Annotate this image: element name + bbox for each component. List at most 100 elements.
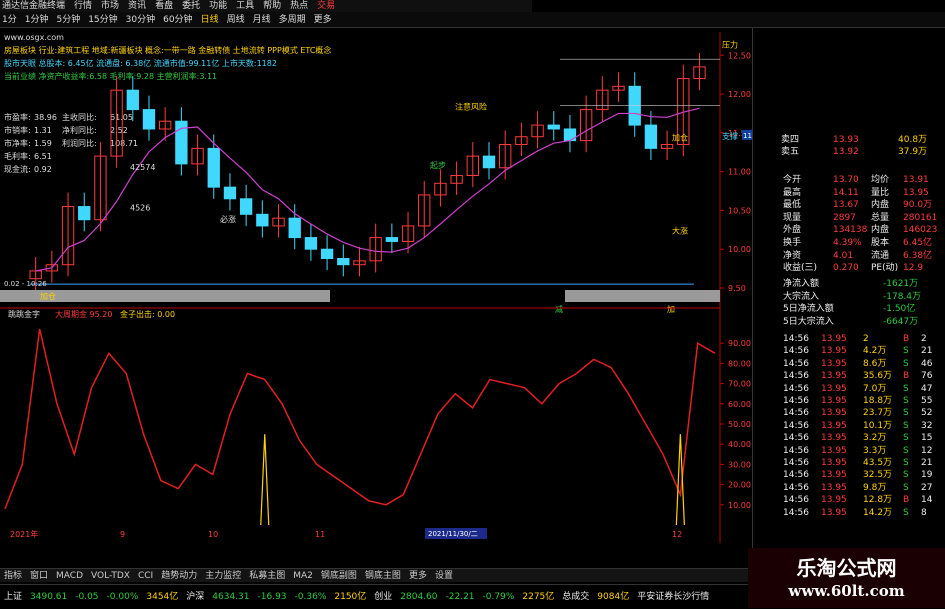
tick-count: 52 (921, 408, 933, 419)
tick-side: S (903, 433, 909, 444)
candle-body (142, 109, 156, 130)
menu-item[interactable]: 工具 (236, 0, 254, 12)
tick-side: S (903, 408, 909, 419)
month-marker: 减 (555, 304, 563, 314)
volume-note: 42574 (130, 163, 155, 172)
indicator-tab[interactable]: 钢底主图 (361, 569, 405, 582)
period-tab[interactable]: 15分钟 (86, 12, 123, 27)
period-tab[interactable]: 更多 (312, 12, 338, 27)
menu-item[interactable]: 看盘 (155, 0, 173, 12)
broker-name: 平安证券长沙行情 (637, 592, 710, 602)
tick-side: B (903, 334, 910, 344)
fundamental-value: 6.51 (34, 152, 52, 161)
indicator-tab[interactable]: 更多 (405, 569, 431, 582)
add-note: 加仓 (672, 133, 688, 143)
tick-price: 13.95 (821, 371, 847, 382)
tick-row: 14:56 13.95 3.3万 S 12 (753, 445, 945, 457)
tick-count: 27 (921, 482, 933, 493)
stat-label: 流通 (871, 250, 890, 261)
index-change: -16.93 (257, 592, 287, 602)
ask-label: 卖四 (781, 135, 800, 145)
stat-value: 14.11 (833, 187, 859, 198)
period-tab[interactable]: 日线 (199, 12, 225, 27)
menu-item[interactable]: 通达信金融终端 (2, 0, 65, 12)
tick-time: 14:56 (783, 371, 809, 382)
index-amount: 2150亿 (334, 592, 367, 602)
menu-item[interactable]: 资讯 (128, 0, 146, 12)
flow-row: 净流入额 -1621万 (753, 278, 945, 290)
period-tab[interactable]: 多周期 (277, 12, 312, 27)
tick-time: 14:56 (783, 334, 809, 344)
index-value: 4634.31 (212, 592, 250, 602)
kline-chart[interactable]: www.osgx.com 房屋板块 行业:建筑工程 地域:新疆板块 概念:一带一路… (0, 28, 760, 543)
stat-value: 6.38亿 (903, 250, 933, 261)
period-tab[interactable]: 周线 (225, 12, 251, 27)
sub-y-label: 10.00 (728, 501, 751, 510)
indicator-tab[interactable]: 私募主图 (245, 569, 289, 582)
period-tab[interactable]: 5分钟 (54, 12, 86, 27)
index-change: -22.21 (445, 592, 475, 602)
menu-item[interactable]: 帮助 (263, 0, 281, 12)
indicator-tab[interactable]: CCI (134, 569, 157, 582)
total-value: 9084亿 (597, 592, 630, 602)
stat-label: 总量 (871, 212, 890, 223)
period-tab[interactable]: 60分钟 (161, 12, 198, 27)
stat-value: 13.95 (903, 187, 929, 198)
period-tab[interactable]: 30分钟 (124, 12, 161, 27)
candle-body (126, 89, 139, 111)
risk-note: 注意风险 (455, 102, 487, 112)
watermark-banner: 乐淘公式网 www.60lt.com (748, 548, 945, 608)
tick-count: 19 (921, 470, 933, 481)
menu-item[interactable]: 行情 (74, 0, 92, 12)
tick-row: 14:56 13.95 2 B 2 (753, 333, 945, 345)
growth-value: 2.52 (110, 126, 128, 135)
info-line: 当前业绩 净资产收益率:6.58 毛利率:9.28 主营利润率:3.11 (4, 71, 217, 81)
ask-label: 卖五 (781, 147, 800, 157)
tick-price: 13.95 (821, 507, 847, 518)
stat-value: 4.01 (833, 250, 854, 261)
indicator-tab[interactable]: 钢底副图 (317, 569, 361, 582)
flow-label: 大宗流入 (783, 291, 820, 302)
menu-item[interactable]: 市场 (101, 0, 119, 12)
fundamental-value: 38.96 (34, 113, 57, 122)
tick-price: 13.95 (821, 383, 847, 394)
indicator-tab[interactable]: 趋势动力 (157, 569, 201, 582)
period-tab[interactable]: 1分钟 (23, 12, 55, 27)
y-tick-label: 10.50 (728, 206, 751, 215)
indicator-tab[interactable]: 主力监控 (201, 569, 245, 582)
indicator-tab[interactable]: VOL-TDX (87, 569, 134, 582)
index-change: -0.05 (75, 592, 99, 602)
tick-time: 14:56 (783, 420, 809, 431)
indicator-tab[interactable]: 指标 (0, 569, 26, 582)
x-tick-label: 2021年 (10, 529, 38, 539)
time-label: 0.02 - 10:26 (4, 280, 47, 288)
tick-row: 14:56 13.95 43.5万 S 21 (753, 457, 945, 469)
tick-volume: 18.8万 (863, 396, 893, 406)
flow-row: 5日大宗流入 -6647万 (753, 316, 945, 328)
menu-item[interactable]: 热点 (290, 0, 308, 12)
tick-row: 14:56 13.95 8.6万 S 46 (753, 358, 945, 370)
menu-item[interactable]: 功能 (209, 0, 227, 12)
indicator-tab[interactable]: MACD (52, 569, 87, 582)
stat-row: 最高 14.11 量比 13.95 (753, 187, 945, 199)
flow-value: -1621万 (883, 279, 919, 289)
sub-y-label: 40.00 (728, 440, 751, 449)
ask-row: 卖五 13.92 37.9万 (753, 146, 945, 158)
menu-item[interactable]: 委托 (182, 0, 200, 12)
tick-time: 14:56 (783, 495, 809, 506)
tick-time: 14:56 (783, 383, 809, 394)
tick-side: B (903, 495, 910, 506)
menu-item[interactable]: 交易 (317, 0, 335, 12)
tick-price: 13.95 (821, 495, 847, 506)
indicator-tab[interactable]: 设置 (431, 569, 457, 582)
tick-side: S (903, 482, 909, 493)
period-tab[interactable]: 1分 (0, 12, 23, 27)
stat-row: 最低 13.67 内盘 90.0万 (753, 199, 945, 211)
candle-body (482, 155, 496, 169)
tick-price: 13.95 (821, 445, 847, 456)
period-tab[interactable]: 月线 (251, 12, 277, 27)
support-tag: 支撑 (722, 131, 738, 141)
watermark-url: www.60lt.com (788, 582, 905, 600)
indicator-tab[interactable]: 窗口 (26, 569, 52, 582)
indicator-tab[interactable]: MA2 (289, 569, 317, 582)
